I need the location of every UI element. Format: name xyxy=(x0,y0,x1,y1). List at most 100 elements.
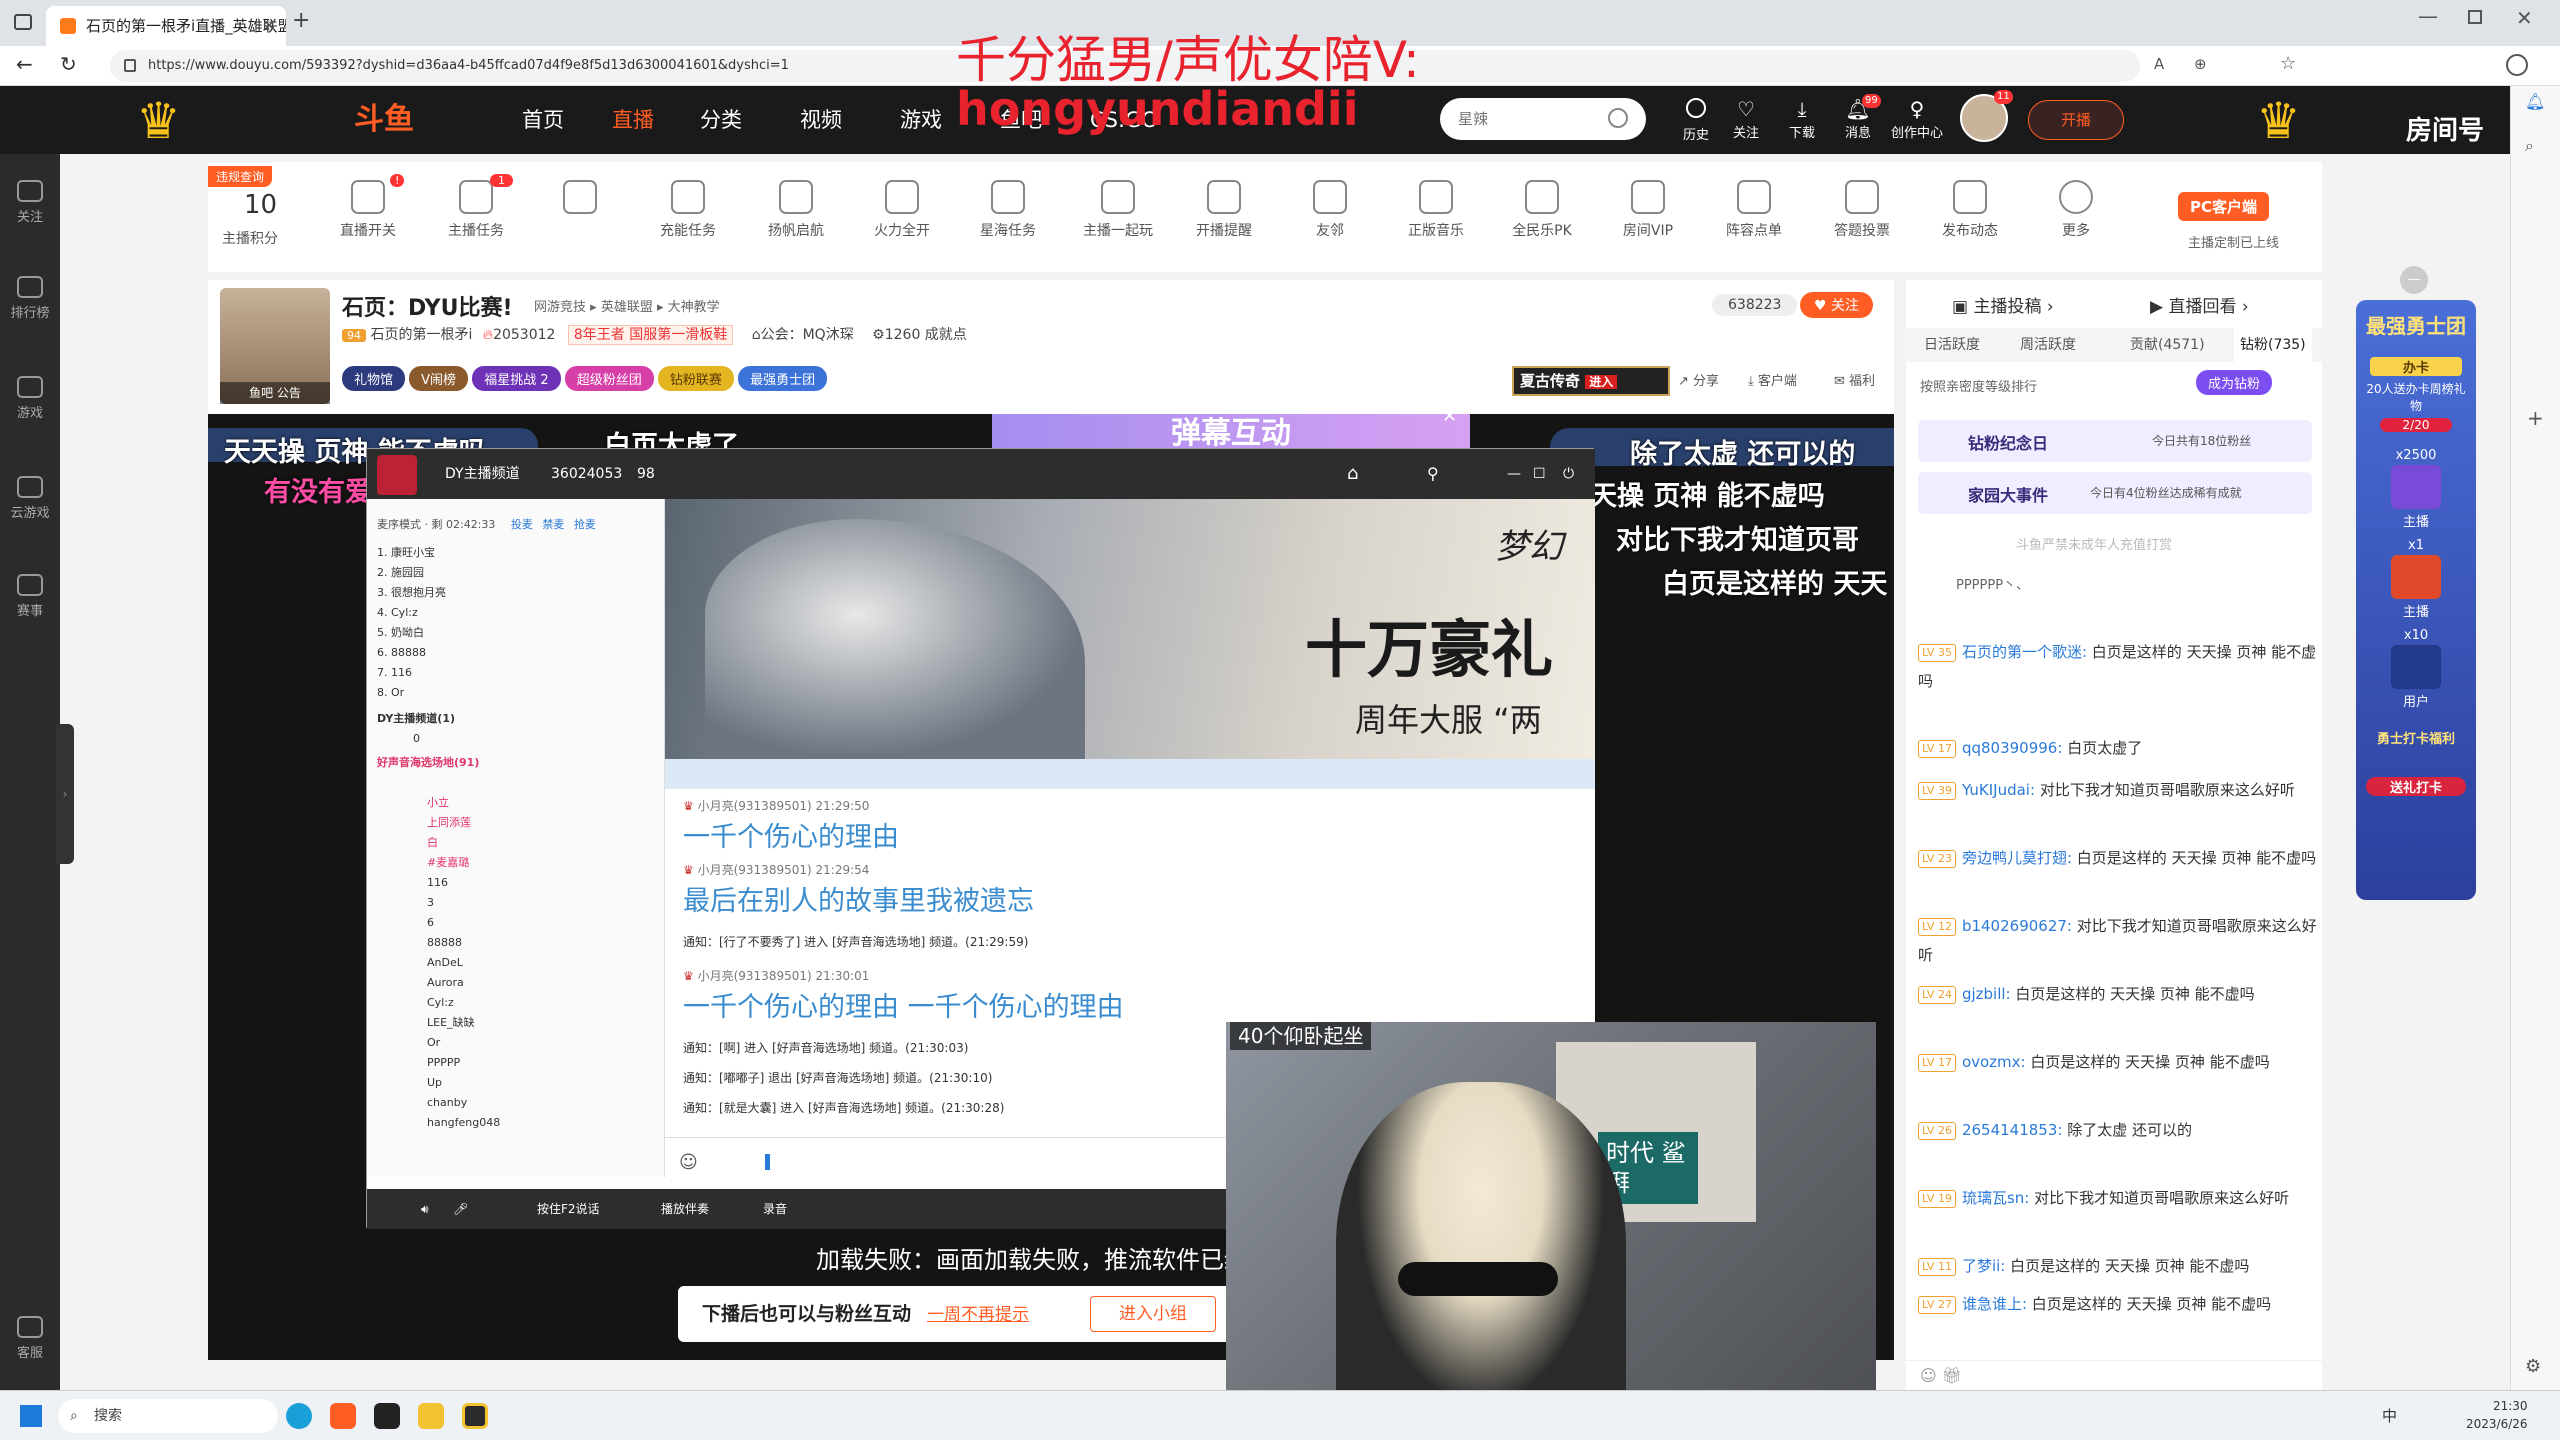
message-user[interactable]: b1402690627: xyxy=(1962,917,2072,935)
favorite-icon[interactable]: ☆ xyxy=(2280,53,2296,74)
nav-game[interactable]: 游戏 xyxy=(900,86,942,154)
app-taskbar-icon[interactable] xyxy=(462,1403,488,1429)
pc-client-button[interactable]: PC客户端 xyxy=(2178,192,2270,221)
sidebar-item-game[interactable]: 游戏 xyxy=(0,376,60,421)
channel-user[interactable]: 116 xyxy=(377,873,657,893)
tool-gift[interactable] xyxy=(530,180,630,220)
home-icon[interactable]: ⌂ xyxy=(1347,449,1358,499)
queue-item[interactable]: 5. 奶呦白 xyxy=(377,623,657,643)
tool-music[interactable]: 正版音乐 xyxy=(1386,180,1486,240)
channel-user[interactable]: LEE_缺缺 xyxy=(377,1013,657,1033)
queue-item[interactable]: 2. 施园园 xyxy=(377,563,657,583)
queue-item[interactable]: 1. 康旺小宝 xyxy=(377,543,657,563)
tool-live-switch[interactable]: 直播开关! xyxy=(318,174,418,240)
douyu-logo[interactable]: 斗鱼 xyxy=(354,98,414,142)
queue-item[interactable]: 4. Cyl:z xyxy=(377,603,657,623)
history-button[interactable]: 历史 xyxy=(1674,96,1718,143)
channel-user[interactable]: AnDeL xyxy=(377,953,657,973)
streamer-avatar[interactable]: 鱼吧 公告 xyxy=(220,288,330,404)
search-icon[interactable] xyxy=(1608,108,1628,128)
mic-icon[interactable]: 🎤︎ xyxy=(453,1189,468,1229)
violation-query-tag[interactable]: 违规查询 xyxy=(208,166,273,187)
breadcrumb-item[interactable]: 英雄联盟 xyxy=(601,300,653,315)
douyu-taskbar-icon[interactable] xyxy=(330,1403,356,1429)
window-minimize-icon[interactable]: — xyxy=(2418,4,2438,28)
windows-start-icon[interactable] xyxy=(20,1405,42,1427)
window-restore-icon[interactable] xyxy=(2468,10,2482,24)
queue-item[interactable]: 3. 很想抱月亮 xyxy=(377,583,657,603)
channel-user[interactable]: 6 xyxy=(377,913,657,933)
tag-v-list[interactable]: V闹榜 xyxy=(409,366,469,391)
become-fan-button[interactable]: 成为钻粉 xyxy=(2196,370,2273,395)
message-user[interactable]: 了梦ii: xyxy=(1962,1257,2005,1275)
channel-user[interactable]: 上同添莲 xyxy=(377,813,657,833)
message-user[interactable]: gjzbill: xyxy=(1962,985,2011,1003)
power-icon[interactable]: ⏻ xyxy=(1563,449,1574,499)
push-to-talk[interactable]: 按住F2说话 xyxy=(537,1189,600,1229)
fishbar-link[interactable]: 鱼吧 xyxy=(249,386,273,400)
share-link[interactable]: ↗ 分享 xyxy=(1678,370,1719,389)
sidebar-item-service[interactable]: 客服 xyxy=(0,1316,60,1361)
read-aloud-icon[interactable]: A xyxy=(2154,55,2164,73)
profile-icon[interactable] xyxy=(2506,54,2528,76)
browser-tab[interactable]: 石页的第一根矛i直播_英雄联盟直 ✕ xyxy=(46,6,286,46)
tool-sail[interactable]: 扬帆启航 xyxy=(746,180,846,240)
window-menu-icon[interactable] xyxy=(14,14,32,30)
search-input[interactable] xyxy=(1458,107,1598,131)
gift-icon[interactable]: 🎁︎ xyxy=(1942,1366,1962,1385)
volume-icon[interactable]: 🔊︎ xyxy=(421,1189,429,1229)
follow-streamer-button[interactable]: ♥ 关注 xyxy=(1800,292,1874,318)
download-button[interactable]: ⤓ 下载 xyxy=(1780,96,1824,141)
tag-gift-hall[interactable]: 礼物馆 xyxy=(342,366,406,391)
tab-contribution[interactable]: 贡献(4571) xyxy=(2130,328,2205,362)
game-ad-banner[interactable]: 夏古传奇 进入 xyxy=(1512,366,1670,396)
tool-friends[interactable]: 友邻 xyxy=(1280,180,1380,240)
edge-taskbar-icon[interactable] xyxy=(286,1403,312,1429)
message-button[interactable]: 🔔︎ 消息 99 xyxy=(1836,94,1881,141)
channel-user[interactable]: #麦嘉璐 xyxy=(377,853,657,873)
tab-weekly[interactable]: 周活跃度 xyxy=(2020,328,2076,362)
tool-live-reminder[interactable]: 开播提醒 xyxy=(1174,180,1274,240)
sidebar-item-cloud-game[interactable]: 云游戏 xyxy=(0,476,60,521)
tab-close-icon[interactable]: ✕ xyxy=(263,6,276,46)
ime-indicator[interactable]: 中 xyxy=(2382,1405,2397,1426)
close-icon[interactable]: ✕ xyxy=(1442,414,1457,432)
nav-video[interactable]: 视频 xyxy=(800,86,842,154)
nav-home[interactable]: 首页 xyxy=(522,86,564,154)
channel-user[interactable]: Up xyxy=(377,1073,657,1093)
message-user[interactable]: 谁急谁上: xyxy=(1962,1295,2027,1313)
start-broadcast-button[interactable]: 开播 xyxy=(2028,100,2124,140)
queue-action[interactable]: 禁麦 xyxy=(542,518,564,531)
window-maximize-icon[interactable]: ☐ xyxy=(1533,449,1546,499)
channel-user[interactable]: 小立 xyxy=(377,793,657,813)
queue-action[interactable]: 抢麦 xyxy=(574,518,596,531)
promo-close-icon[interactable]: — xyxy=(2400,266,2428,294)
settings-icon[interactable]: ⚙ xyxy=(2525,1356,2541,1377)
sidebar-item-follow[interactable]: 关注 xyxy=(0,180,60,225)
new-tab-icon[interactable]: + xyxy=(292,8,310,33)
nav-category[interactable]: 分类 xyxy=(700,86,742,154)
tool-play-together[interactable]: 主播一起玩 xyxy=(1068,180,1168,240)
user-avatar[interactable]: 11 xyxy=(1960,90,2013,142)
chat-tab-posts[interactable]: ▣ 主播投稿 › xyxy=(1952,292,2054,317)
tab-diamond-fans[interactable]: 钻粉(735) xyxy=(2234,328,2312,362)
tag-lucky-challenge[interactable]: 福星挑战 2 xyxy=(472,366,561,391)
dismiss-week-link[interactable]: 一周不再提示 xyxy=(927,1305,1029,1325)
follow-button[interactable]: ♡ 关注 xyxy=(1724,96,1768,141)
event-anniversary[interactable]: 钻粉纪念日 今日共有18位粉丝 xyxy=(1918,420,2312,462)
message-user[interactable]: ovozmx: xyxy=(1962,1053,2026,1071)
window-minimize-icon[interactable]: — xyxy=(1507,449,1521,499)
breadcrumb-item[interactable]: 网游竞技 xyxy=(534,300,586,315)
message-user[interactable]: 石页的第一个歌迷: xyxy=(1962,643,2087,661)
message-user[interactable]: 2654141853: xyxy=(1962,1121,2063,1139)
queue-item[interactable]: 8. Or xyxy=(377,683,657,703)
channel-user[interactable]: chanby xyxy=(377,1093,657,1113)
channel-user[interactable]: Aurora xyxy=(377,973,657,993)
channel-user[interactable]: PPPPP xyxy=(377,1053,657,1073)
emoji-icon[interactable]: ☺ xyxy=(679,1152,698,1173)
add-icon[interactable]: + xyxy=(2527,406,2544,430)
back-icon[interactable]: ← xyxy=(16,52,33,76)
channel-group[interactable]: 好声音海选场地(91) xyxy=(377,753,657,773)
tool-anchor-task[interactable]: 主播任务 1 xyxy=(426,174,526,240)
app-taskbar-icon[interactable] xyxy=(374,1403,400,1429)
